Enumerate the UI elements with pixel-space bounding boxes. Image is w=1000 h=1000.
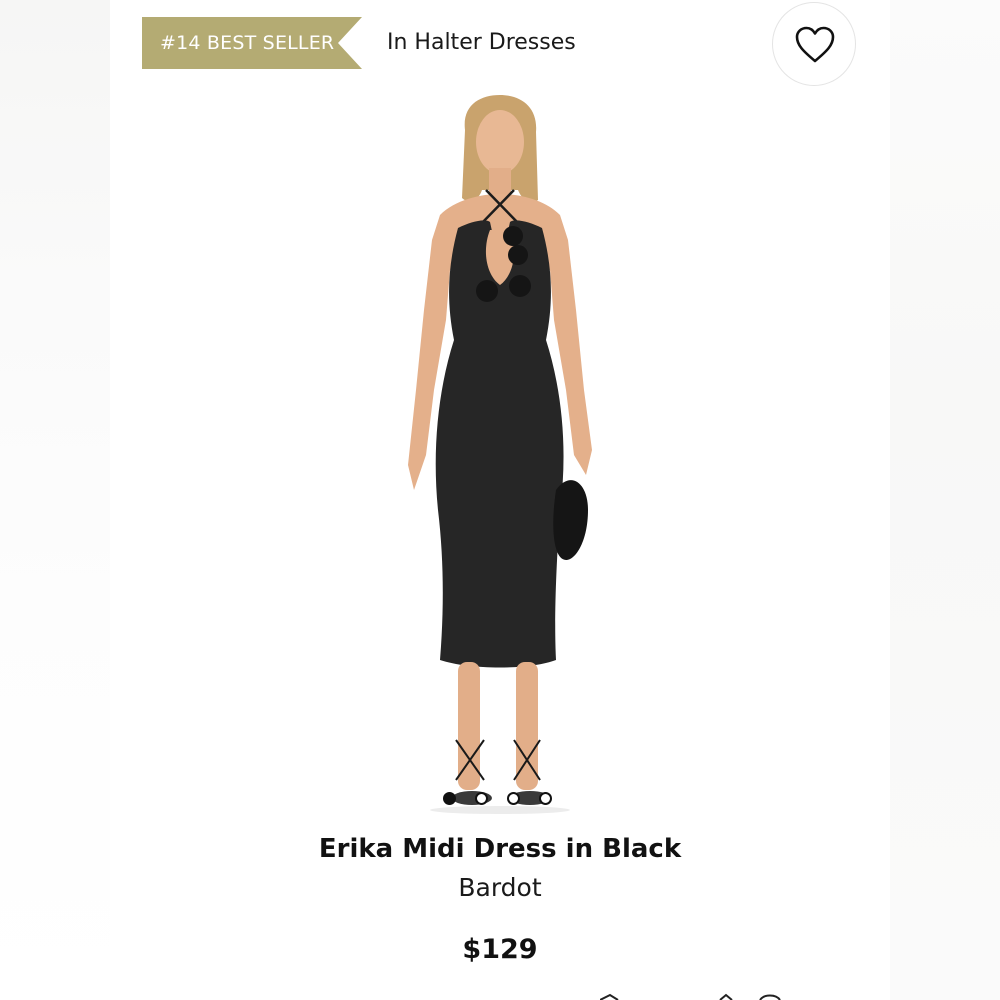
product-price: $129 — [462, 934, 538, 965]
product-card: #14 BEST SELLER In Halter Dresses Erika … — [110, 0, 890, 1000]
product-title[interactable]: Erika Midi Dress in Black — [110, 834, 890, 864]
product-page: #14 BEST SELLER In Halter Dresses Erika … — [0, 0, 1000, 1000]
product-brand[interactable]: Bardot — [110, 873, 890, 902]
right-backdrop — [890, 0, 1000, 1000]
image-carousel-dots — [443, 790, 563, 808]
category-link[interactable]: In Halter Dresses — [387, 24, 576, 62]
favorite-button[interactable] — [772, 2, 856, 86]
best-seller-badge-label: #14 BEST SELLER — [160, 32, 335, 54]
partially-visible-icons — [600, 993, 781, 1000]
carousel-dot-4[interactable] — [539, 792, 552, 805]
product-image[interactable] — [340, 90, 660, 815]
best-seller-badge: #14 BEST SELLER — [142, 17, 362, 69]
carousel-dot-1[interactable] — [443, 792, 456, 805]
left-backdrop — [0, 0, 110, 1000]
carousel-dot-2[interactable] — [475, 792, 488, 805]
heart-outline-icon — [795, 26, 835, 63]
carousel-dot-3[interactable] — [507, 792, 520, 805]
